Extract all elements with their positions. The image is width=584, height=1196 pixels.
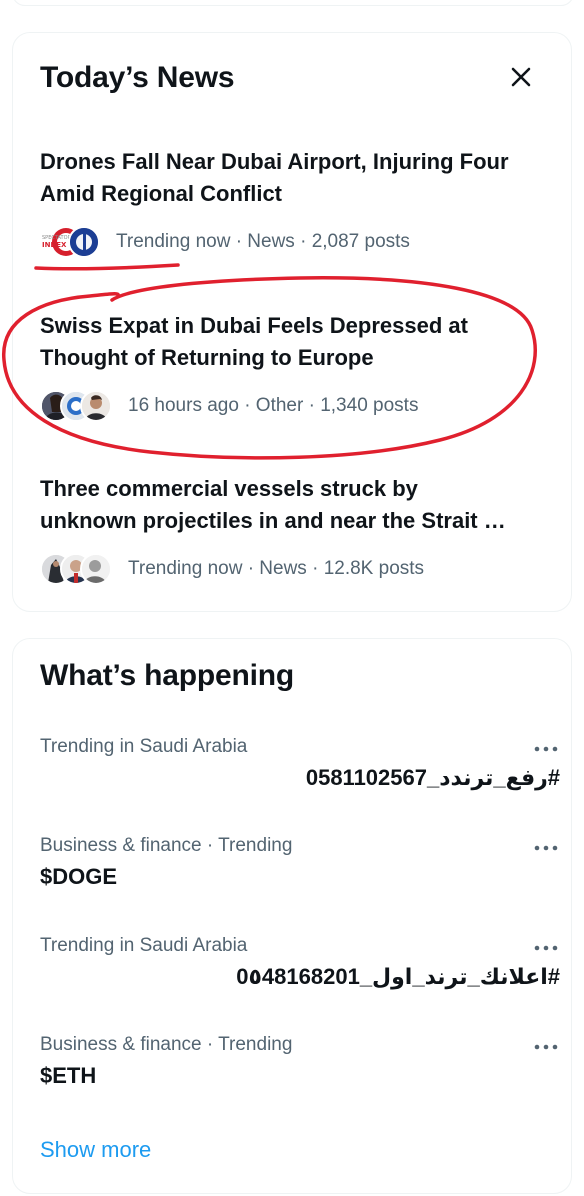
news-headline-line-1: Three commercial vessels struck by: [40, 476, 418, 501]
news-meta: Trending now · News · 2,087 posts: [116, 231, 410, 252]
news-meta: Trending now · News · 12.8K posts: [128, 558, 425, 579]
trend-context: Business & finance · Trending: [40, 835, 293, 856]
news-avatars: [40, 390, 112, 422]
show-more-link[interactable]: Show more: [40, 1137, 151, 1163]
todays-news-card: Today’s News Drones Fall Near Dubai Airp…: [12, 32, 572, 612]
more-icon[interactable]: [532, 741, 560, 757]
news-meta: 16 hours ago · Other · 1,340 posts: [128, 395, 419, 416]
trend-name[interactable]: $ETH: [40, 1060, 560, 1092]
news-avatars: [40, 553, 112, 585]
trend-context: Trending in Saudi Arabia: [40, 736, 248, 757]
avatar: [80, 390, 112, 422]
trend-item[interactable]: Business & finance · Trending $ETH: [40, 1033, 560, 1113]
whats-happening-title: What’s happening: [40, 659, 295, 692]
news-item[interactable]: Drones Fall Near Dubai Airport, Injuring…: [40, 146, 560, 260]
trend-item[interactable]: Business & finance · Trending $DOGE: [40, 834, 560, 914]
more-icon[interactable]: [532, 1039, 560, 1055]
news-item[interactable]: Three commercial vessels struck by unkno…: [40, 473, 560, 587]
news-headline[interactable]: Swiss Expat in Dubai Feels Depressed at …: [40, 310, 560, 374]
previous-card-edge: [12, 0, 574, 6]
news-headline[interactable]: Three commercial vessels struck by unkno…: [40, 473, 560, 537]
news-headline[interactable]: Drones Fall Near Dubai Airport, Injuring…: [40, 146, 560, 210]
more-icon[interactable]: [532, 840, 560, 856]
trend-name[interactable]: #رفع_ترندد_0581102567: [40, 762, 560, 794]
trend-item[interactable]: Trending in Saudi Arabia #اعلانك_ترند_او…: [40, 934, 560, 1014]
whats-happening-card: What’s happening Trending in Saudi Arabi…: [12, 638, 572, 1194]
avatar: [68, 226, 100, 258]
news-headline-line-2: unknown projectiles in and near the Stra…: [40, 508, 506, 533]
close-icon[interactable]: [507, 63, 535, 91]
more-icon[interactable]: [532, 940, 560, 956]
trend-context: Business & finance · Trending: [40, 1034, 293, 1055]
news-item[interactable]: Swiss Expat in Dubai Feels Depressed at …: [40, 310, 560, 424]
trend-name[interactable]: #اعلانك_ترند_اول_0٥48168201: [40, 961, 560, 993]
todays-news-title: Today’s News: [40, 61, 235, 94]
trend-context: Trending in Saudi Arabia: [40, 935, 248, 956]
svg-text:INDEX: INDEX: [42, 241, 67, 249]
trend-name[interactable]: $DOGE: [40, 861, 560, 893]
avatar: [80, 553, 112, 585]
news-avatars: SPECTATOR INDEX: [40, 226, 100, 258]
trend-item[interactable]: Trending in Saudi Arabia #رفع_ترندد_0581…: [40, 735, 560, 815]
